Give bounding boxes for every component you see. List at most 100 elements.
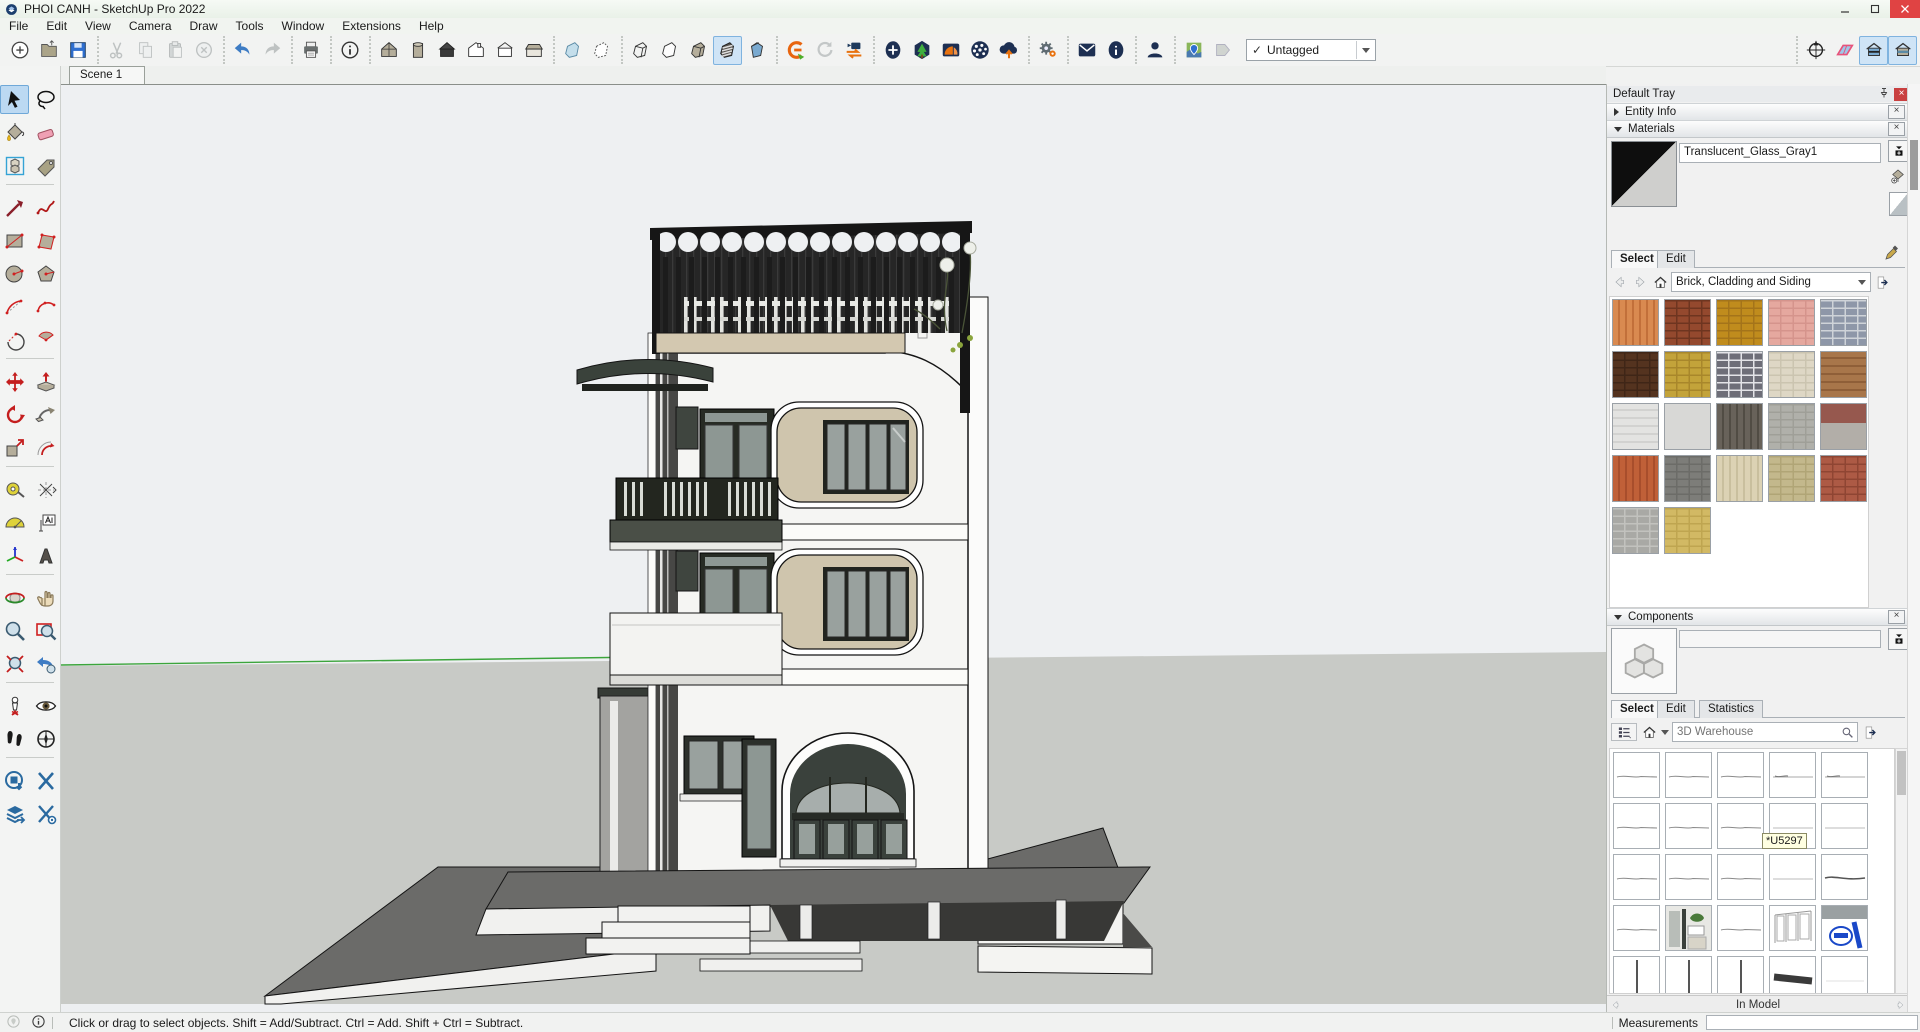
enscape-sync-button[interactable] [810,36,839,65]
library-materials-button[interactable] [936,36,965,65]
details-arrow-icon[interactable] [1873,274,1891,290]
library-spheres-button[interactable] [965,36,994,65]
axes-helper-tool[interactable] [31,475,60,504]
save-button[interactable] [63,36,92,65]
geolocation-button[interactable] [1179,36,1208,65]
north-tool[interactable] [31,724,60,753]
materials-tab-edit[interactable]: Edit [1657,250,1695,268]
home-icon[interactable] [1651,274,1669,290]
extension-x-settings-tool[interactable] [31,799,60,828]
tape-measure-tool[interactable] [0,475,29,504]
position-camera-tool[interactable] [0,691,29,720]
undo-button[interactable] [228,36,257,65]
in-model-prev-icon[interactable] [1607,997,1625,1013]
pan-tool[interactable] [31,583,60,612]
circle-tool[interactable] [0,259,29,288]
view-options-icon[interactable] [1611,723,1637,741]
extension-layers-tool[interactable] [0,799,29,828]
component-preview-box[interactable] [1611,628,1677,694]
menu-draw[interactable]: Draw [181,18,227,34]
protractor-tool[interactable] [0,508,29,537]
material-preview-swatch[interactable] [1611,141,1677,207]
material-swatch-13[interactable] [1716,403,1763,450]
extension-info-button[interactable] [1101,36,1130,65]
open-button[interactable] [34,36,63,65]
viewport-canvas[interactable] [61,84,1606,1013]
materials-close-button[interactable]: × [1888,122,1905,136]
material-swatch-17[interactable] [1664,455,1711,502]
extension-x-tool[interactable] [31,766,60,795]
chevron-down-icon[interactable] [1356,41,1375,59]
view-left-button[interactable] [519,36,548,65]
extension-download-tool[interactable] [0,766,29,795]
walk-tool[interactable] [0,724,29,753]
component-thumb-13[interactable] [1717,854,1764,900]
material-swatch-18[interactable] [1716,455,1763,502]
zoom-tool[interactable] [0,616,29,645]
freehand-tool[interactable] [31,193,60,222]
sample-paint-icon[interactable] [1883,244,1901,265]
materials-header[interactable]: Materials × [1607,120,1909,138]
material-swatch-3[interactable] [1716,299,1763,346]
back-arrow-icon[interactable] [1611,274,1629,290]
create-material-button[interactable] [1888,166,1908,186]
component-thumb-1[interactable] [1613,752,1660,798]
components-header[interactable]: Components × [1607,608,1909,626]
section-plane-button[interactable] [1830,36,1859,65]
material-swatch-12[interactable] [1664,403,1711,450]
push-pull-tool[interactable] [31,367,60,396]
make-component-tool[interactable] [0,151,29,180]
components-tab-statistics[interactable]: Statistics [1699,700,1763,718]
close-button[interactable] [1890,0,1920,18]
component-thumb-24[interactable] [1769,956,1816,994]
library-upload-button[interactable] [994,36,1023,65]
component-thumb-2[interactable] [1665,752,1712,798]
component-thumb-12[interactable] [1665,854,1712,900]
credits-info-icon[interactable] [31,1014,46,1032]
3d-text-tool[interactable] [31,541,60,570]
two-point-arc-tool[interactable] [0,292,29,321]
component-thumb-10[interactable] [1821,803,1868,849]
view-iso-button[interactable] [374,36,403,65]
menu-edit[interactable]: Edit [37,18,76,34]
scene-tab[interactable]: Scene 1 [69,66,145,84]
new-button[interactable] [5,36,34,65]
wireframe-style-button[interactable] [626,36,655,65]
xray-style-button[interactable] [558,36,587,65]
component-thumb-19[interactable] [1769,905,1816,951]
axes-tool[interactable] [0,541,29,570]
component-thumb-5[interactable] [1821,752,1868,798]
enscape-start-button[interactable] [781,36,810,65]
material-swatch-16[interactable] [1612,455,1659,502]
menu-window[interactable]: Window [273,18,334,34]
menu-file[interactable]: File [0,18,37,34]
three-point-arc-tool[interactable] [31,292,60,321]
entity-info-close-button[interactable]: × [1888,105,1905,119]
material-swatch-15[interactable] [1820,403,1867,450]
look-around-tool[interactable] [31,691,60,720]
material-swatch-4[interactable] [1768,299,1815,346]
material-swatch-11[interactable] [1612,403,1659,450]
material-swatch-14[interactable] [1768,403,1815,450]
geolocation-status-icon[interactable] [6,1014,21,1032]
move-tool[interactable] [0,367,29,396]
extension-settings-button[interactable] [1033,36,1062,65]
tag-filter-dropdown[interactable]: ✓Untagged [1246,39,1376,61]
component-thumb-4[interactable] [1769,752,1816,798]
component-name-field[interactable] [1679,630,1881,648]
monochrome-style-button[interactable] [742,36,771,65]
arc-tool[interactable] [0,325,29,354]
component-thumb-18[interactable] [1717,905,1764,951]
search-icon[interactable] [1841,726,1854,739]
shaded-style-button[interactable] [684,36,713,65]
text-tool[interactable] [31,508,60,537]
component-thumb-22[interactable] [1665,956,1712,994]
scale-tool[interactable] [0,433,29,462]
shaded-textures-style-button[interactable] [713,36,742,65]
model-info-button[interactable] [335,36,364,65]
component-thumb-25[interactable] [1821,956,1868,994]
material-swatch-1[interactable] [1612,299,1659,346]
menu-view[interactable]: View [76,18,120,34]
rotated-rectangle-tool[interactable] [31,226,60,255]
polygon-tool[interactable] [31,259,60,288]
